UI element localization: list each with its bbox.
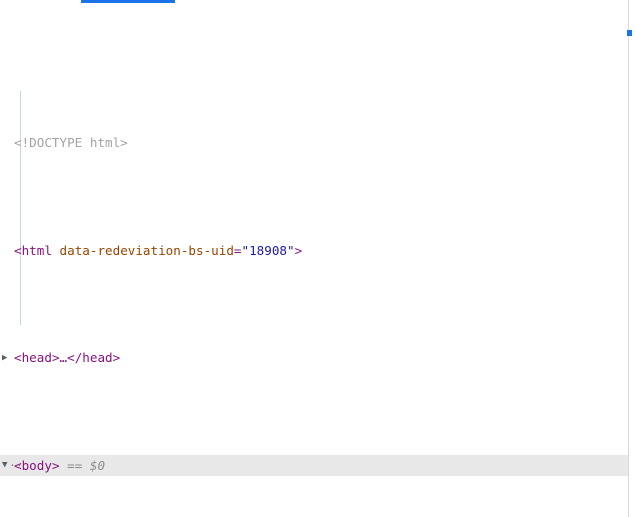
html-attr-eq: =	[233, 242, 242, 258]
indent-guide-line	[20, 91, 21, 325]
doctype-text: <!DOCTYPE html>	[14, 135, 128, 150]
devtools-elements-panel: <!DOCTYPE html> <html data-redeviation-b…	[0, 0, 635, 517]
dom-node-doctype[interactable]: <!DOCTYPE html>	[0, 132, 628, 154]
head-lt: <	[14, 350, 22, 365]
dom-node-html[interactable]: <html data-redeviation-bs-uid="18908">	[0, 240, 628, 262]
panel-right-divider	[628, 0, 629, 517]
head-close-tag: </head>	[67, 350, 121, 365]
body-tag-name: body	[21, 457, 52, 473]
html-tag-name: html	[21, 242, 52, 258]
html-attr-value[interactable]: "18908"	[242, 243, 295, 258]
dom-tree[interactable]: <!DOCTYPE html> <html data-redeviation-b…	[0, 3, 628, 517]
head-tag-name: head	[21, 350, 52, 365]
overflow-dots-badge[interactable]: ···	[2, 455, 23, 477]
html-lt: <	[14, 242, 22, 258]
dom-node-head[interactable]: <head>…</head>	[0, 347, 628, 369]
html-attr-name[interactable]: data-redeviation-bs-uid	[60, 243, 234, 258]
head-gt: >	[51, 350, 60, 365]
dom-node-body-selected[interactable]: ···<body> == $0	[0, 454, 628, 477]
body-gt: >	[51, 457, 60, 473]
html-space	[52, 243, 60, 258]
html-gt: >	[294, 242, 303, 258]
head-ellipsis[interactable]: …	[60, 350, 68, 365]
expand-triangle-icon[interactable]	[2, 348, 12, 370]
selected-node-marker: == $0	[67, 457, 106, 473]
